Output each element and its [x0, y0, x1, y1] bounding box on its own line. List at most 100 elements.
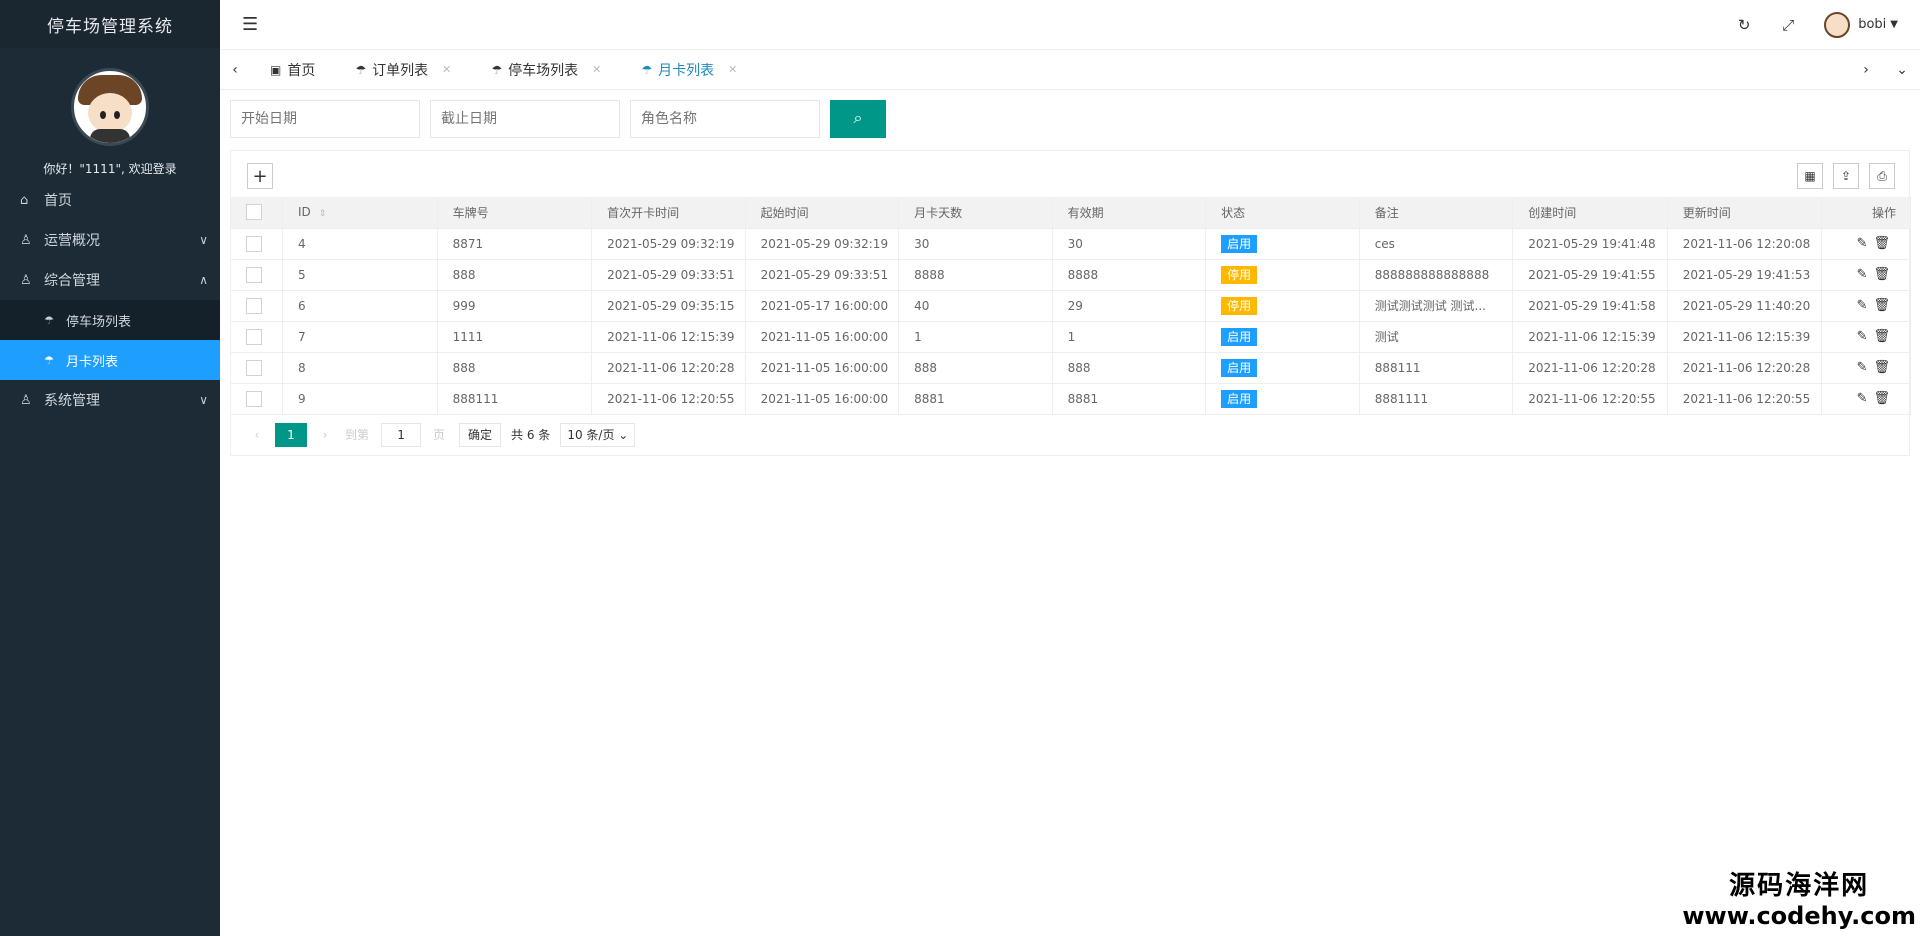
table-row[interactable]: 4 8871 2021-05-29 09:32:19 2021-05-29 09:32…	[231, 228, 1911, 260]
close-icon[interactable]: ✕	[442, 63, 451, 76]
data-table: ID ⇕ 车牌号 首次开卡时间 起始时间 月卡天数 有效期 状态 备注 创建时间 …	[231, 197, 1911, 415]
delete-icon[interactable]: 🗑	[1873, 236, 1890, 251]
status-cell: 启用	[1205, 383, 1360, 415]
row-checkbox[interactable]	[246, 297, 262, 314]
table-cell: 2021-05-29 19:41:55	[1512, 259, 1668, 291]
tab-home[interactable]: ▣ 首页	[250, 50, 335, 90]
row-checkbox[interactable]	[246, 235, 262, 252]
columns-icon[interactable]: ▦	[1797, 163, 1823, 189]
row-select-cell	[231, 259, 284, 291]
caret-down-icon[interactable]: ▼	[1890, 19, 1898, 30]
table-cell: 6	[282, 290, 438, 322]
avatar[interactable]	[71, 68, 149, 146]
tabs-bar: ‹ ▣ 首页 ☂ 订单列表 ✕ ☂ 停车场列表 ✕ ☂ 月卡列表 ✕ › ⌄	[220, 50, 1920, 90]
table-cell: 2021-05-29 09:33:51	[591, 259, 746, 291]
table-cell: 2021-11-06 12:20:28	[591, 352, 746, 384]
table-body: 4 8871 2021-05-29 09:32:19 2021-05-29 09:32…	[231, 228, 1911, 415]
tab-monthly-card[interactable]: ☂ 月卡列表 ✕	[621, 50, 757, 90]
current-page[interactable]: 1	[275, 422, 307, 447]
tabs-next-icon[interactable]: ›	[1848, 62, 1884, 78]
search-bar: ⌕	[230, 100, 886, 138]
table-cell: 40	[898, 290, 1053, 322]
table-cell: 2021-11-06 12:20:55	[591, 383, 746, 415]
export-icon[interactable]: ⇪	[1833, 163, 1859, 189]
table-cell: 8881	[1052, 383, 1207, 415]
row-checkbox[interactable]	[246, 328, 262, 345]
table-cell: 30	[898, 228, 1053, 260]
sidebar-item-general[interactable]: ♙ 综合管理 ∧	[0, 260, 220, 300]
row-checkbox[interactable]	[246, 359, 262, 376]
table-row[interactable]: 9 888111 2021-11-06 12:20:55 2021-11-05 16:…	[231, 383, 1911, 415]
row-checkbox[interactable]	[246, 266, 262, 283]
delete-icon[interactable]: 🗑	[1873, 298, 1890, 313]
sort-icon[interactable]: ⇕	[319, 209, 327, 219]
table-cell: 5	[282, 259, 438, 291]
status-badge: 启用	[1221, 234, 1258, 253]
table-row[interactable]: 5 888 2021-05-29 09:33:51 2021-05-29 09:33:…	[231, 259, 1911, 291]
close-icon[interactable]: ✕	[728, 63, 737, 76]
table-toolbar: + ▦ ⇪ ⎙	[231, 151, 1909, 197]
tab-orders[interactable]: ☂ 订单列表 ✕	[335, 50, 471, 90]
tabs-menu-icon[interactable]: ⌄	[1884, 62, 1920, 78]
table-cell: 2021-05-29 09:32:19	[591, 228, 746, 260]
sidebar-item-monthly-card[interactable]: ☂ 月卡列表	[0, 340, 220, 380]
umbrella-icon: ☂	[491, 62, 503, 77]
actions-cell: ✎ 🗑	[1821, 228, 1911, 260]
menu-toggle-icon[interactable]: ☰	[242, 14, 258, 35]
table-cell: 2021-11-05 16:00:00	[745, 352, 900, 384]
refresh-icon[interactable]: ↻	[1722, 16, 1766, 34]
end-date-input[interactable]	[430, 100, 620, 138]
user-avatar[interactable]	[1824, 11, 1851, 38]
fullscreen-icon[interactable]: ⤢	[1766, 16, 1810, 34]
role-name-input[interactable]	[630, 100, 820, 138]
delete-icon[interactable]: 🗑	[1873, 267, 1890, 282]
table-row[interactable]: 6 999 2021-05-29 09:35:15 2021-05-17 16:00:…	[231, 290, 1911, 322]
column-header: 首次开卡时间	[591, 197, 746, 229]
sidebar-item-label: 系统管理	[44, 393, 100, 409]
tab-label: 月卡列表	[658, 62, 715, 79]
goto-confirm-button[interactable]: 确定	[459, 422, 502, 447]
edit-icon[interactable]: ✎	[1857, 360, 1868, 375]
edit-icon[interactable]: ✎	[1857, 298, 1868, 313]
user-name[interactable]: bobi	[1858, 17, 1886, 32]
row-checkbox[interactable]	[246, 390, 262, 407]
prev-page-icon[interactable]: ‹	[245, 428, 269, 442]
select-all-checkbox[interactable]	[246, 204, 262, 221]
chevron-down-icon: ∨	[199, 393, 208, 407]
sidebar-item-operations[interactable]: ♙ 运营概况 ∨	[0, 220, 220, 260]
edit-icon[interactable]: ✎	[1857, 391, 1868, 406]
pagination: ‹ 1 › 到第 1 页 确定 共 6 条 10 条/页 ⌄	[231, 415, 1909, 455]
next-page-icon[interactable]: ›	[313, 428, 337, 442]
umbrella-icon: ☂	[355, 62, 367, 77]
start-date-input[interactable]	[230, 100, 420, 138]
table-cell: 2021-11-05 16:00:00	[745, 321, 900, 353]
table-cell: 888	[437, 352, 593, 384]
add-button[interactable]: +	[247, 163, 273, 189]
sidebar-item-label: 综合管理	[44, 273, 100, 289]
page-size-select[interactable]: 10 条/页 ⌄	[560, 422, 636, 447]
delete-icon[interactable]: 🗑	[1873, 329, 1890, 344]
tabs-prev-icon[interactable]: ‹	[220, 62, 250, 78]
table-cell: 1111	[437, 321, 593, 353]
edit-icon[interactable]: ✎	[1857, 236, 1868, 251]
search-button[interactable]: ⌕	[830, 100, 886, 138]
delete-icon[interactable]: 🗑	[1873, 360, 1890, 375]
sidebar-item-system[interactable]: ♙ 系统管理 ∨	[0, 380, 220, 420]
sidebar-item-home[interactable]: ⌂ 首页	[0, 180, 220, 220]
table-cell: 8881	[898, 383, 1053, 415]
table-cell: 2021-05-29 19:41:58	[1512, 290, 1668, 322]
goto-page-input[interactable]: 1	[381, 422, 422, 447]
tab-parking[interactable]: ☂ 停车场列表 ✕	[471, 50, 621, 90]
table-row[interactable]: 8 888 2021-11-06 12:20:28 2021-11-05 16:00:…	[231, 352, 1911, 384]
watermark-line1: 源码海洋网	[1729, 871, 1870, 901]
print-icon[interactable]: ⎙	[1869, 163, 1895, 189]
table-cell: 2021-05-17 16:00:00	[745, 290, 900, 322]
edit-icon[interactable]: ✎	[1857, 329, 1868, 344]
table-cell: 8888	[898, 259, 1053, 291]
edit-icon[interactable]: ✎	[1857, 267, 1868, 282]
close-icon[interactable]: ✕	[592, 63, 601, 76]
delete-icon[interactable]: 🗑	[1873, 391, 1890, 406]
sidebar-item-parking-list[interactable]: ☂ 停车场列表	[0, 300, 220, 340]
table-row[interactable]: 7 1111 2021-11-06 12:15:39 2021-11-05 16:00…	[231, 321, 1911, 353]
column-header[interactable]: ID ⇕	[282, 197, 438, 229]
